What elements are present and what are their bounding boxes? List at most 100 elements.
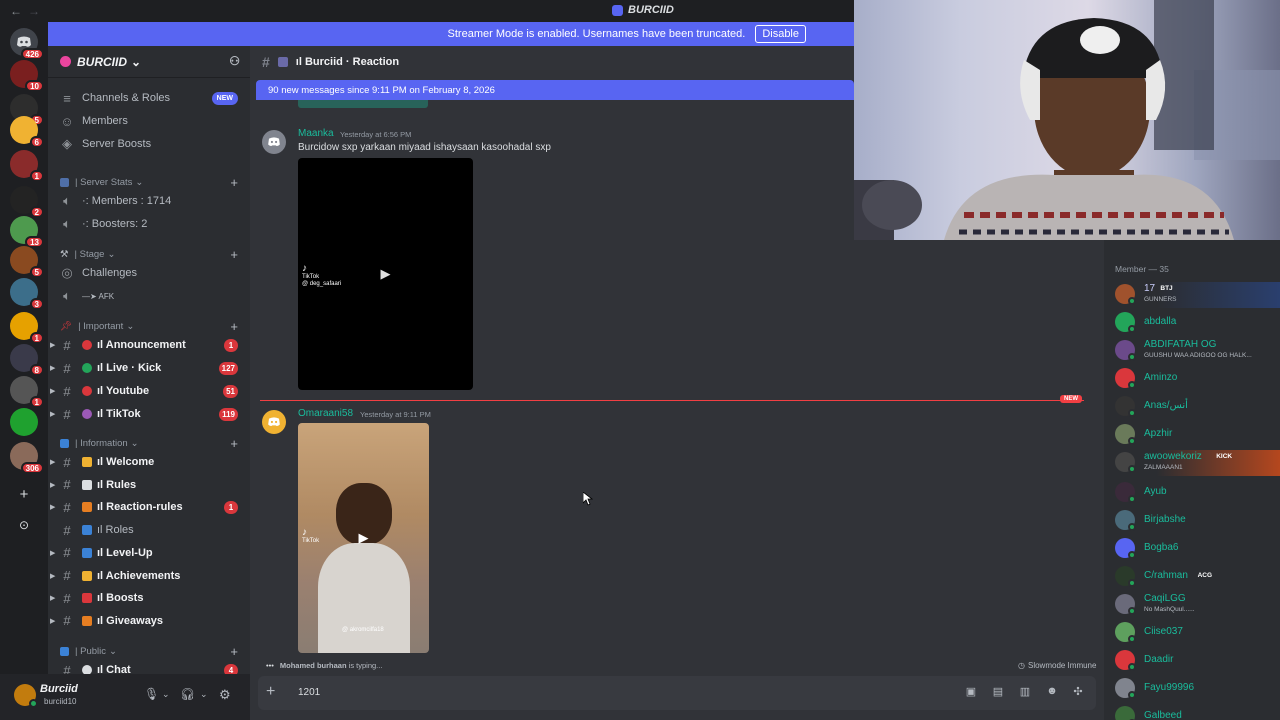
server-icon[interactable]: 6 — [10, 116, 44, 148]
member-item[interactable]: Galbeed — [1104, 704, 1280, 720]
add-member-icon[interactable]: ⚇ — [229, 54, 240, 68]
server-icon[interactable]: 1 — [10, 150, 44, 182]
member-item[interactable]: Ayub — [1104, 480, 1280, 506]
server-header[interactable]: BURCIID ⌄ ⚇ — [48, 46, 250, 78]
channel-item[interactable]: # ıl Live · Kick 127 ▶ — [48, 357, 250, 379]
channel-boosters-stat[interactable]: 🔈︎ ·: Boosters: 2 — [48, 213, 250, 235]
category-important[interactable]: 📌︎ | Important ⌄ + — [48, 317, 250, 335]
new-messages-bar[interactable]: 90 new messages since 9:11 PM on Februar… — [256, 80, 854, 100]
timestamp: Yesterday at 6:56 PM — [340, 130, 412, 139]
channel-challenges[interactable]: ◎ Challenges — [48, 262, 250, 284]
category-label: | Server Stats — [75, 176, 133, 188]
member-item[interactable]: CaqiLGG No MashQuul...... — [1104, 592, 1280, 618]
channel-item[interactable]: # ıl Boosts ▶ — [48, 587, 250, 609]
direct-messages-button[interactable]: 426 — [10, 28, 44, 60]
channel-item[interactable]: # ıl Welcome ▶ — [48, 451, 250, 473]
category-information[interactable]: | Information ⌄ + — [48, 434, 250, 452]
forward-icon[interactable]: → — [28, 4, 40, 18]
server-icon[interactable]: 1 — [10, 312, 44, 344]
banner-text: Streamer Mode is enabled. Usernames have… — [447, 28, 746, 40]
chevron-down-icon[interactable]: ⌄ — [162, 689, 170, 700]
category-server-stats[interactable]: | Server Stats ⌄ + — [48, 173, 250, 191]
add-channel-icon[interactable]: + — [230, 319, 238, 334]
channel-label: ıl Giveaways — [97, 614, 164, 627]
add-channel-icon[interactable]: + — [230, 436, 238, 451]
channel-item[interactable]: # ıl Rules ▶ — [48, 474, 250, 496]
headphones-icon[interactable]: 🎧︎ — [180, 687, 195, 701]
category-public[interactable]: | Public ⌄ + — [48, 642, 250, 660]
status-icon — [1128, 607, 1136, 615]
member-item[interactable]: Daadir — [1104, 648, 1280, 674]
gift-icon[interactable]: ▣ — [964, 685, 978, 699]
member-item[interactable]: 17 GUNNERS BTJ — [1104, 282, 1280, 308]
member-item[interactable]: Anas/أنس — [1104, 394, 1280, 420]
member-item[interactable]: Ciise037 — [1104, 620, 1280, 646]
channel-item[interactable]: # ıl Giveaways ▶ — [48, 610, 250, 632]
server-icon[interactable]: 10 — [10, 60, 44, 92]
sticker-icon[interactable]: ▥ — [1018, 685, 1032, 699]
message-composer[interactable]: + 1201 ▣ ▤ ▥ ☻ ✣ — [258, 676, 1096, 710]
hash-icon: # — [63, 360, 71, 376]
channel-item[interactable]: # ıl Level-Up ▶ — [48, 542, 250, 564]
attach-plus-icon[interactable]: + — [266, 683, 275, 701]
channel-item[interactable]: # ıl Roles — [48, 519, 250, 541]
channel-item[interactable]: # ıl Reaction-rules 1 ▶ — [48, 496, 250, 518]
author-name[interactable]: Omaraani58 — [298, 408, 353, 419]
avatar[interactable] — [262, 130, 286, 154]
channel-item[interactable]: # ıl Achievements ▶ — [48, 565, 250, 587]
discover-button[interactable]: ⊙ — [12, 513, 36, 537]
channel-item[interactable]: # ıl Announcement 1 ▶ — [48, 334, 250, 356]
channel-members-stat[interactable]: 🔈︎ ·: Members : 1714 — [48, 190, 250, 212]
member-item[interactable]: ABDIFATAH OG GUUSHU WAA ADIGOO OG HALK... — [1104, 338, 1280, 364]
server-icon[interactable]: 13 — [10, 216, 44, 248]
member-item[interactable]: Apzhir — [1104, 422, 1280, 448]
video-embed[interactable]: ▶ ♪ TikTok @ deg_safaari — [298, 158, 473, 390]
member-item[interactable]: Fayu99996 — [1104, 676, 1280, 702]
disable-button[interactable]: Disable — [755, 25, 806, 43]
avatar[interactable] — [262, 410, 286, 434]
message-input[interactable]: 1201 — [298, 687, 320, 698]
play-icon[interactable]: ▶ — [359, 530, 369, 546]
channel-chat[interactable]: # ıl Chat 4 — [48, 659, 250, 674]
server-icon[interactable]: 306 — [10, 442, 44, 474]
sidebar-item-server-boosts[interactable]: ◈ Server Boosts — [48, 133, 250, 155]
sidebar-item-channels-roles[interactable]: ≡ Channels & Roles NEW — [48, 87, 250, 109]
chevron-down-icon: ⌄ — [131, 54, 142, 69]
microphone-icon[interactable]: 🎙︎ — [144, 687, 159, 701]
emoji-icon[interactable]: ☻ — [1045, 685, 1059, 699]
server-icon[interactable] — [10, 408, 38, 436]
member-item[interactable]: Birjabshe — [1104, 508, 1280, 534]
member-item[interactable]: abdalla — [1104, 310, 1280, 336]
chevron-down-icon[interactable]: ⌄ — [200, 689, 208, 700]
gif-icon[interactable]: ▤ — [991, 685, 1005, 699]
unread-caret-icon: ▶ — [50, 365, 56, 372]
member-item[interactable]: Aminzo — [1104, 366, 1280, 392]
sidebar-item-members[interactable]: ☺ Members — [48, 110, 250, 132]
apps-icon[interactable]: ✣ — [1071, 685, 1085, 699]
server-icon[interactable]: 8 — [10, 344, 44, 376]
member-item[interactable]: Bogba6 — [1104, 536, 1280, 562]
channel-emoji-icon — [82, 570, 92, 581]
channel-afk[interactable]: 🔈︎ —➤ AFK — [48, 285, 250, 307]
author-name[interactable]: Maanka — [298, 128, 334, 139]
add-channel-icon[interactable]: + — [230, 247, 238, 262]
member-item[interactable]: C/rahman ACG — [1104, 564, 1280, 590]
add-server-button[interactable]: + — [12, 482, 36, 506]
server-icon[interactable]: 5 — [10, 246, 44, 278]
unread-badge: 1 — [224, 500, 238, 514]
server-icon[interactable]: 3 — [10, 278, 44, 310]
server-icon[interactable]: 1 — [10, 376, 44, 408]
channel-item[interactable]: # ıl Youtube 51 ▶ — [48, 380, 250, 402]
member-item[interactable]: awoowekoriz ZALMAAAN1 KICK — [1104, 450, 1280, 476]
category-stage[interactable]: ⚒︎ | Stage ⌄ + — [48, 245, 250, 263]
chevron-down-icon: ⌄ — [130, 437, 139, 449]
video-embed[interactable]: ▶ ♪ TikTok @ akromcilfa18 — [298, 423, 429, 653]
server-icon[interactable]: 2 — [10, 186, 44, 218]
member-name: Galbeed — [1144, 710, 1182, 720]
play-icon[interactable]: ▶ — [381, 266, 391, 282]
add-channel-icon[interactable]: + — [230, 644, 238, 659]
channel-item[interactable]: # ıl TikTok 119 ▶ — [48, 403, 250, 425]
settings-gear-icon[interactable]: ⚙ — [219, 687, 231, 703]
back-icon[interactable]: ← — [10, 4, 22, 18]
add-channel-icon[interactable]: + — [230, 175, 238, 190]
